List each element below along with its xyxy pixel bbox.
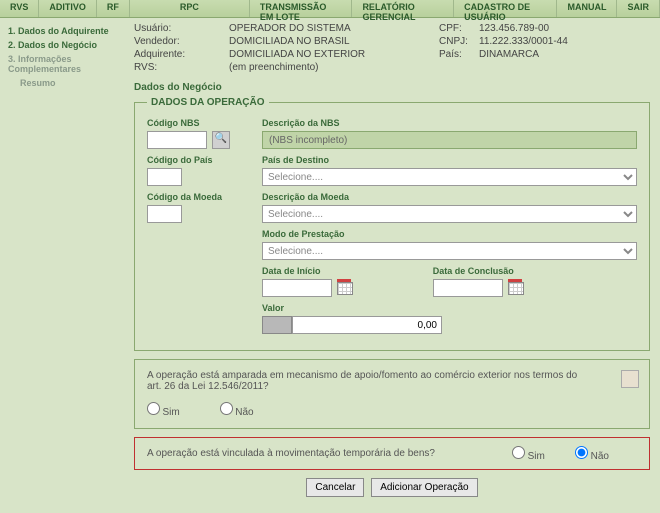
value-vendedor: DOMICILIADA NO BRASIL <box>229 35 439 48</box>
nav-transmissao[interactable]: TRANSMISSÃO EM LOTE <box>250 0 353 17</box>
input-codigo-moeda[interactable] <box>147 205 182 223</box>
calendar-icon[interactable] <box>337 279 353 295</box>
nav-relatorio[interactable]: RELATÓRIO GERENCIAL <box>352 0 454 17</box>
value-descricao-nbs: (NBS incompleto) <box>262 131 637 149</box>
select-pais-destino[interactable]: Selecione.... <box>262 168 637 186</box>
sidebar: 1. Dados do Adquirente 2. Dados do Negóc… <box>0 18 130 505</box>
label-descricao-moeda: Descrição da Moeda <box>262 192 637 202</box>
label-codigo-nbs: Código NBS <box>147 118 262 128</box>
label-valor: Valor <box>262 303 637 313</box>
value-cnpj: 11.222.333/0001-44 <box>479 35 568 48</box>
nav-rvs[interactable]: RVS <box>0 0 39 17</box>
nav-manual[interactable]: MANUAL <box>557 0 617 17</box>
label-adquirente: Adquirente: <box>134 48 229 61</box>
calendar-icon[interactable] <box>508 279 524 295</box>
label-cpf: CPF: <box>439 22 479 35</box>
radio-bens-nao[interactable]: Não <box>575 446 609 462</box>
input-data-inicio[interactable] <box>262 279 332 297</box>
fieldset-operacao: DADOS DA OPERAÇÃO Código NBS 🔍 Descrição… <box>134 97 650 351</box>
lookup-nbs-icon[interactable]: 🔍 <box>212 131 230 149</box>
currency-box <box>262 316 292 334</box>
input-data-conclusao[interactable] <box>433 279 503 297</box>
value-usuario: OPERADOR DO SISTEMA <box>229 22 439 35</box>
nav-cadastro[interactable]: CADASTRO DE USUÁRIO <box>454 0 557 17</box>
sidebar-step1[interactable]: 1. Dados do Adquirente <box>8 24 122 38</box>
nav-rf[interactable]: RF <box>97 0 130 17</box>
label-data-conclusao: Data de Conclusão <box>433 266 524 276</box>
question-fomento: A operação está amparada em mecanismo de… <box>134 359 650 429</box>
input-valor[interactable] <box>292 316 442 334</box>
label-codigo-pais: Código do País <box>147 155 262 165</box>
label-descricao-nbs: Descrição da NBS <box>262 118 637 128</box>
nav-sair[interactable]: SAIR <box>617 0 660 17</box>
value-pais: DINAMARCA <box>479 48 568 61</box>
label-usuario: Usuário: <box>134 22 229 35</box>
radio-fomento-sim[interactable]: Sim <box>147 402 180 418</box>
label-rvs: RVS: <box>134 61 229 74</box>
value-adquirente: DOMICILIADA NO EXTERIOR <box>229 48 439 61</box>
sidebar-step3: 3. Informações Complementares <box>8 52 122 76</box>
help-icon[interactable] <box>621 370 639 388</box>
radio-bens-sim[interactable]: Sim <box>512 446 545 462</box>
cancel-button[interactable]: Cancelar <box>306 478 364 497</box>
label-codigo-moeda: Código da Moeda <box>147 192 262 202</box>
label-modo-prestacao: Modo de Prestação <box>262 229 637 239</box>
radio-fomento-nao[interactable]: Não <box>220 402 254 418</box>
nav-rpc[interactable]: RPC <box>130 0 250 17</box>
top-nav: RVS ADITIVO RF RPC TRANSMISSÃO EM LOTE R… <box>0 0 660 18</box>
label-cnpj: CNPJ: <box>439 35 479 48</box>
question-bens: A operação está vinculada à movimentação… <box>134 437 650 470</box>
header-info: Usuário: Vendedor: Adquirente: RVS: OPER… <box>134 22 650 74</box>
nav-aditivo[interactable]: ADITIVO <box>39 0 97 17</box>
input-codigo-pais[interactable] <box>147 168 182 186</box>
value-cpf: 123.456.789-00 <box>479 22 568 35</box>
select-descricao-moeda[interactable]: Selecione.... <box>262 205 637 223</box>
label-pais: País: <box>439 48 479 61</box>
label-vendedor: Vendedor: <box>134 35 229 48</box>
fieldset-legend: DADOS DA OPERAÇÃO <box>147 97 269 108</box>
label-data-inicio: Data de Início <box>262 266 353 276</box>
sidebar-step2[interactable]: 2. Dados do Negócio <box>8 38 122 52</box>
sidebar-resumo: Resumo <box>8 76 122 90</box>
question-fomento-text: A operação está amparada em mecanismo de… <box>147 370 587 392</box>
question-bens-text: A operação está vinculada à movimentação… <box>147 448 435 459</box>
label-pais-destino: País de Destino <box>262 155 637 165</box>
section-title: Dados do Negócio <box>134 82 650 93</box>
input-codigo-nbs[interactable] <box>147 131 207 149</box>
add-operation-button[interactable]: Adicionar Operação <box>371 478 477 497</box>
select-modo-prestacao[interactable]: Selecione.... <box>262 242 637 260</box>
value-rvs: (em preenchimento) <box>229 61 439 74</box>
